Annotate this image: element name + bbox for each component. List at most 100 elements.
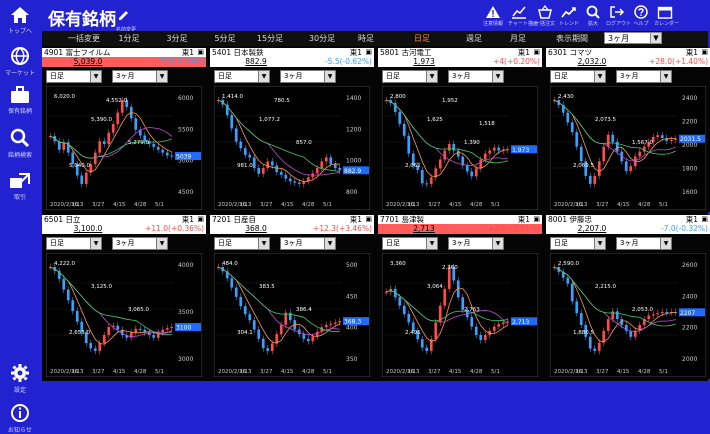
book-icon[interactable]: ▣	[701, 215, 708, 224]
period-select[interactable]: 3ヶ月 ▼	[604, 32, 662, 44]
candlestick-chart[interactable]: 240022002000180016002020/2/263/13 3/27 4/1…	[550, 86, 706, 210]
tab-monthly[interactable]: 月足	[506, 33, 530, 44]
tab-daily[interactable]: 日足	[410, 33, 434, 44]
stock-chart-cell[interactable]: 5801 古河電工 東1 ▣ 1,973 +4(+0.20%) 日足 ▼ 3ヶ月…	[378, 48, 542, 212]
candle	[579, 146, 583, 162]
stock-chart-cell[interactable]: 6501 日立 東1 ▣ 3,100.0 +11.0(+0.36%) 日足 ▼ …	[42, 215, 206, 379]
stock-header[interactable]: 8001 伊藤忠 東1 ▣	[546, 215, 710, 224]
timeframe-select[interactable]: 日足 ▼	[382, 70, 438, 83]
x-tick-label: 5/1	[323, 369, 332, 375]
candlestick-chart[interactable]: 5004504003502020/2/263/13 3/27 4/15 4/28 5/1…	[214, 253, 370, 377]
alert-icon	[486, 6, 500, 18]
briefcase-icon	[11, 86, 29, 103]
stock-chart-cell[interactable]: 6301 コマツ 東1 ▣ 2,032.0 +28.0(+1.40%) 日足 ▼…	[546, 48, 710, 212]
stock-header[interactable]: 6501 日立 東1 ▣	[42, 215, 206, 224]
tab-3min[interactable]: 3分足	[160, 33, 194, 44]
y-tick-label: 500	[346, 262, 358, 269]
trend-button[interactable]: トレンド	[558, 5, 580, 27]
timeframe-select[interactable]: 日足 ▼	[382, 237, 438, 250]
candlestick-chart[interactable]: 1400120010008002020/2/263/13 3/27 4/15 4/28…	[214, 86, 370, 210]
stock-chart-cell[interactable]: 8001 伊藤忠 東1 ▣ 2,207.0 -7.0(-0.32%) 日足 ▼ …	[546, 215, 710, 379]
candle	[329, 157, 333, 165]
chart-draw-button[interactable]: チャート描画	[508, 5, 538, 27]
candle	[447, 144, 451, 151]
candle	[615, 311, 619, 320]
sidebar-item-home[interactable]: トップへ	[0, 6, 40, 35]
candlestick-chart[interactable]: 26002400220020002020/2/263/13 3/27 4/15 4/2…	[550, 253, 706, 377]
bulk-order-button[interactable]: 一括注文	[534, 5, 556, 27]
range-value: 3ヶ月	[116, 239, 135, 247]
sidebar-item-info[interactable]: お知らせ	[0, 403, 40, 434]
y-tick-label: 4000	[178, 262, 193, 269]
book-icon[interactable]: ▣	[533, 215, 540, 224]
stock-chart-cell[interactable]: 4901 富士フイルム 東1 ▣ 5,039.0 -7.0(-0.14%) 日足…	[42, 48, 206, 212]
price-annotation: 304.1	[237, 330, 253, 336]
candle	[660, 311, 664, 314]
book-icon[interactable]: ▣	[197, 215, 204, 224]
stock-chart-cell[interactable]: 7701 島津製 東1 ▣ 2,713 +27(+1.01%) 日足 ▼ 3ヶ月…	[378, 215, 542, 379]
candle	[497, 147, 501, 151]
range-select[interactable]: 3ヶ月 ▼	[448, 70, 504, 83]
tab-bulk-change[interactable]: 一括変更	[62, 33, 106, 44]
range-select[interactable]: 3ヶ月 ▼	[616, 237, 672, 250]
range-select[interactable]: 3ヶ月 ▼	[616, 70, 672, 83]
candle	[261, 338, 265, 349]
calendar-button[interactable]: カレンダー	[654, 5, 679, 27]
tab-5min[interactable]: 5分足	[208, 33, 242, 44]
sidebar-item-market[interactable]: マーケット	[0, 46, 40, 77]
stock-header[interactable]: 7201 日産自 東1 ▣	[210, 215, 374, 224]
tab-30min[interactable]: 30分足	[304, 33, 340, 44]
timeframe-select[interactable]: 日足 ▼	[214, 70, 270, 83]
range-select[interactable]: 3ヶ月 ▼	[280, 237, 336, 250]
book-icon[interactable]: ▣	[365, 215, 372, 224]
alert-button[interactable]: 注意情報	[482, 5, 504, 27]
candlestick-chart[interactable]: 2020/2/263/13 3/27 4/15 4/28 5/13,3603,0642,…	[382, 253, 538, 377]
timeframe-select[interactable]: 日足 ▼	[550, 70, 606, 83]
current-price-tag-label: 882.9	[344, 168, 361, 175]
tab-hourly[interactable]: 時足	[354, 33, 378, 44]
tab-1min[interactable]: 1分足	[112, 33, 146, 44]
stock-header[interactable]: 7701 島津製 東1 ▣	[378, 215, 542, 224]
timeframe-select[interactable]: 日足 ▼	[46, 70, 102, 83]
timeframe-select[interactable]: 日足 ▼	[46, 237, 102, 250]
rename-button[interactable]: 名前変更	[116, 7, 136, 33]
range-select[interactable]: 3ヶ月 ▼	[280, 70, 336, 83]
sidebar-item-holdings[interactable]: 保有銘柄	[0, 86, 40, 115]
range-select[interactable]: 3ヶ月 ▼	[448, 237, 504, 250]
sidebar-item-trade[interactable]: 取引	[0, 172, 40, 201]
zoom-button[interactable]: 拡大	[582, 5, 604, 27]
y-tick-label: 3500	[178, 309, 193, 316]
stock-header[interactable]: 4901 富士フイルム 東1 ▣	[42, 48, 206, 57]
range-select[interactable]: 3ヶ月 ▼	[112, 237, 168, 250]
book-icon[interactable]: ▣	[533, 48, 540, 57]
candlestick-chart[interactable]: 4000350030002020/2/263/13 3/27 4/15 4/28 5/1…	[46, 253, 202, 377]
candle	[288, 178, 292, 182]
candle	[134, 328, 138, 333]
candlestick-chart[interactable]: 2020/2/263/13 3/27 4/15 4/28 5/12,8001,6251,…	[382, 86, 538, 210]
x-tick-label: 3/13	[239, 369, 252, 375]
stock-header[interactable]: 6301 コマツ 東1 ▣	[546, 48, 710, 57]
book-icon[interactable]: ▣	[197, 48, 204, 57]
range-select[interactable]: 3ヶ月 ▼	[112, 70, 168, 83]
candle	[425, 347, 429, 351]
sidebar-item-search[interactable]: 銘柄検索	[0, 128, 40, 159]
candle	[89, 343, 93, 349]
logout-button[interactable]: ログアウト	[606, 5, 631, 27]
timeframe-select[interactable]: 日足 ▼	[550, 237, 606, 250]
tab-15min[interactable]: 15分足	[252, 33, 288, 44]
stock-chart-cell[interactable]: 7201 日産自 東1 ▣ 368.0 +12.3(+3.46%) 日足 ▼ 3…	[210, 215, 374, 379]
timeframe-select[interactable]: 日足 ▼	[214, 237, 270, 250]
stock-header[interactable]: 5801 古河電工 東1 ▣	[378, 48, 542, 57]
help-button[interactable]: ヘルプ	[630, 5, 652, 27]
stock-chart-cell[interactable]: 5401 日本製鉄 東1 ▣ 882.9 -5.5(-0.62%) 日足 ▼ 3…	[210, 48, 374, 212]
candlestick-chart[interactable]: 60005500500045002020/2/263/13 3/27 4/15 4/2…	[46, 86, 202, 210]
price-annotation: 2,430	[558, 94, 574, 100]
x-tick-label: 3/27	[260, 202, 273, 208]
candle	[257, 329, 261, 339]
book-icon[interactable]: ▣	[365, 48, 372, 57]
stock-header[interactable]: 5401 日本製鉄 東1 ▣	[210, 48, 374, 57]
book-icon[interactable]: ▣	[701, 48, 708, 57]
tab-weekly[interactable]: 週足	[462, 33, 486, 44]
x-tick-label: 3/13	[407, 369, 420, 375]
sidebar-item-settings[interactable]: 設定	[0, 363, 40, 394]
